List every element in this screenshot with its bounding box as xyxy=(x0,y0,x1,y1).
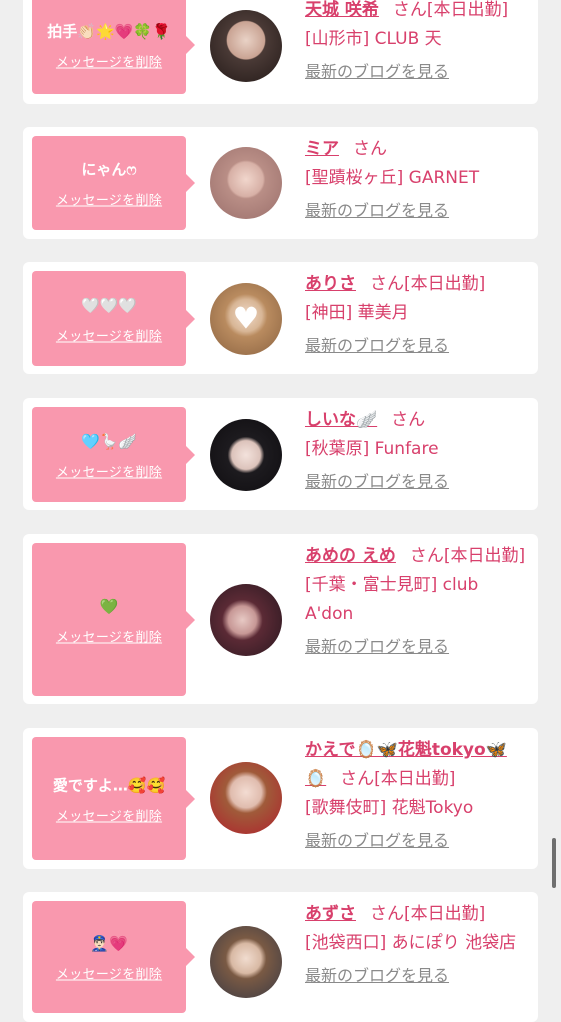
latest-blog-link[interactable]: 最新のブログを見る xyxy=(305,331,449,360)
message-bubble: 愛ですよ…🥰🥰 メッセージを削除 xyxy=(32,737,195,860)
avatar[interactable]: ♥ xyxy=(210,283,282,355)
cast-status: さん[本日出勤] xyxy=(340,769,456,789)
shop-name: [神田] 華美月 xyxy=(305,303,409,323)
message-text: 👮🏻‍♂️💗 xyxy=(90,934,128,953)
shop-name: [聖蹟桜ヶ丘] GARNET xyxy=(305,168,480,188)
cast-name-link[interactable]: しいな🪽 xyxy=(305,410,377,430)
delete-message-link[interactable]: メッセージを削除 xyxy=(56,964,162,983)
delete-message-link[interactable]: メッセージを削除 xyxy=(56,805,162,824)
list-item: 💚 メッセージを削除 あめの えめ さん[本日出勤] [千葉・富士見町] club… xyxy=(23,534,538,704)
heart-icon: ♥ xyxy=(232,301,260,337)
message-text: にゃんෆ xyxy=(81,160,137,179)
list-item: にゃんෆ メッセージを削除 ミア さん [聖蹟桜ヶ丘] GARNET 最新のブログ… xyxy=(23,127,538,239)
latest-blog-link[interactable]: 最新のブログを見る xyxy=(305,632,449,661)
message-list: 拍手👏🏻🌟💗🍀🌹 メッセージを削除 天城 咲希 さん[本日出勤] [山形市] CL… xyxy=(0,0,561,1022)
shop-name: [秋葉原] Funfare xyxy=(305,439,439,459)
delete-message-link[interactable]: メッセージを削除 xyxy=(56,626,162,645)
cast-name-link[interactable]: あめの えめ xyxy=(305,546,396,566)
delete-message-link[interactable]: メッセージを削除 xyxy=(56,52,162,71)
delete-message-link[interactable]: メッセージを削除 xyxy=(56,190,162,209)
cast-status: さん[本日出勤] xyxy=(370,904,486,924)
latest-blog-link[interactable]: 最新のブログを見る xyxy=(305,57,449,86)
scrollbar[interactable] xyxy=(552,838,556,888)
cast-name-link[interactable]: ありさ xyxy=(305,274,356,294)
cast-name-link[interactable]: ミア xyxy=(305,139,339,159)
message-bubble: 👮🏻‍♂️💗 メッセージを削除 xyxy=(32,901,195,1013)
list-item: 🩵🪿🪽 メッセージを削除 しいな🪽 さん [秋葉原] Funfare 最新のブログ… xyxy=(23,398,538,510)
latest-blog-link[interactable]: 最新のブログを見る xyxy=(305,961,449,990)
message-bubble: 🤍🤍🤍 メッセージを削除 xyxy=(32,271,195,366)
message-text: 拍手👏🏻🌟💗🍀🌹 xyxy=(47,22,171,41)
message-text: 🤍🤍🤍 xyxy=(80,296,138,314)
list-item: 🤍🤍🤍 メッセージを削除 ♥ ありさ さん[本日出勤] [神田] 華美月 最新のブ… xyxy=(23,262,538,374)
shop-name: [山形市] CLUB 天 xyxy=(305,29,442,49)
avatar[interactable] xyxy=(210,762,282,834)
message-bubble: 🩵🪿🪽 メッセージを削除 xyxy=(32,407,195,502)
avatar[interactable] xyxy=(210,419,282,491)
avatar[interactable] xyxy=(210,584,282,656)
avatar[interactable] xyxy=(210,10,282,82)
list-item: 拍手👏🏻🌟💗🍀🌹 メッセージを削除 天城 咲希 さん[本日出勤] [山形市] CL… xyxy=(23,0,538,104)
message-text: 💚 xyxy=(99,597,119,615)
latest-blog-link[interactable]: 最新のブログを見る xyxy=(305,826,449,855)
cast-status: さん xyxy=(353,139,387,159)
cast-status: さん xyxy=(391,410,426,430)
list-item: 👮🏻‍♂️💗 メッセージを削除 あずさ さん[本日出勤] [池袋西口] あにぽり … xyxy=(23,892,538,1022)
cast-status: さん[本日出勤] xyxy=(409,546,526,566)
delete-message-link[interactable]: メッセージを削除 xyxy=(56,461,162,480)
avatar[interactable] xyxy=(210,147,282,219)
cast-status: さん[本日出勤] xyxy=(392,0,509,20)
latest-blog-link[interactable]: 最新のブログを見る xyxy=(305,467,449,496)
latest-blog-link[interactable]: 最新のブログを見る xyxy=(305,196,449,225)
cast-name-link[interactable]: あずさ xyxy=(305,904,356,924)
message-text: 🩵🪿🪽 xyxy=(80,432,138,450)
message-bubble: にゃんෆ メッセージを削除 xyxy=(32,136,195,230)
cast-status: さん[本日出勤] xyxy=(370,274,486,294)
cast-name-link[interactable]: 天城 咲希 xyxy=(305,0,379,20)
shop-name: [歌舞伎町] 花魁Tokyo xyxy=(305,798,474,818)
message-text: 愛ですよ…🥰🥰 xyxy=(52,776,166,794)
message-bubble: 💚 メッセージを削除 xyxy=(32,543,195,696)
list-item: 愛ですよ…🥰🥰 メッセージを削除 かえで🪞🦋花魁tokyo🦋🪞 さん[本日出勤] … xyxy=(23,728,538,869)
message-bubble: 拍手👏🏻🌟💗🍀🌹 メッセージを削除 xyxy=(32,0,195,94)
delete-message-link[interactable]: メッセージを削除 xyxy=(56,325,162,344)
avatar[interactable] xyxy=(210,926,282,998)
shop-name: [池袋西口] あにぽり 池袋店 xyxy=(305,933,517,953)
shop-name: [千葉・富士見町] club A'don xyxy=(305,575,479,624)
